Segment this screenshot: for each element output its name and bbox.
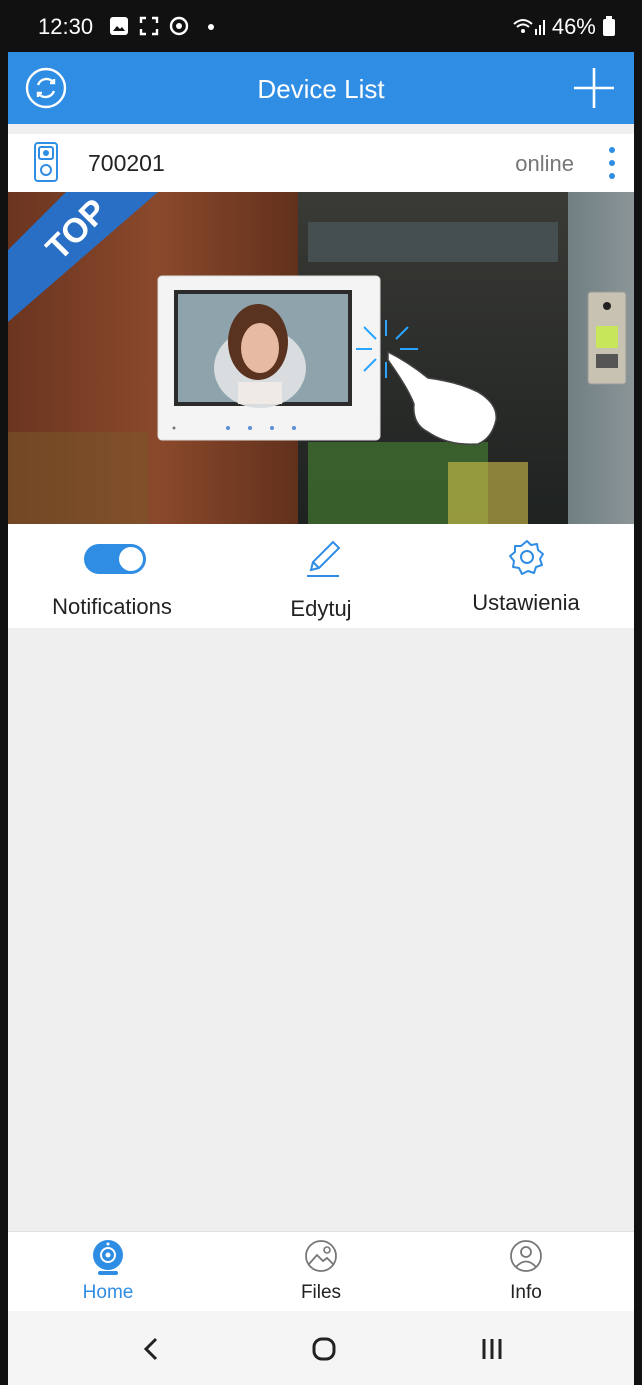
notifications-toggle[interactable]: [84, 544, 146, 574]
back-icon[interactable]: [132, 1329, 172, 1369]
home-circle-icon[interactable]: [304, 1329, 344, 1369]
camera-home-icon: [93, 1240, 123, 1275]
nav-files[interactable]: Files: [221, 1232, 421, 1312]
system-navigation-bar: [8, 1311, 634, 1385]
status-right: 46%: [512, 14, 616, 40]
settings-label: Ustawienia: [472, 590, 580, 615]
device-status: online: [515, 151, 574, 176]
nav-info-label: Info: [510, 1282, 542, 1303]
nav-files-label: Files: [300, 1282, 342, 1303]
device-actions: Notifications Edytuj Ustawienia: [8, 524, 634, 628]
notifications-label: Notifications: [52, 594, 172, 619]
app-header: Device List: [8, 52, 634, 124]
battery-percentage: 46%: [551, 14, 596, 39]
screenshot-notification-icon: [139, 16, 159, 36]
phone-frame: 12:30 46% Device List 700201 online TOP …: [0, 0, 642, 1385]
toggle-knob: [119, 547, 143, 571]
device-row[interactable]: 700201 online: [8, 134, 634, 192]
device-preview-banner[interactable]: TOP: [8, 192, 634, 524]
nav-home-label: Home: [82, 1282, 134, 1303]
pencil-icon: [307, 540, 341, 577]
nav-info[interactable]: Info: [426, 1232, 626, 1312]
device-name: 700201: [88, 150, 165, 176]
dot-notification-icon: [208, 24, 214, 30]
settings-action[interactable]: Ustawienia: [426, 524, 626, 628]
status-bar: 12:30 46%: [8, 0, 634, 52]
gear-icon: [509, 540, 544, 575]
status-time: 12:30: [38, 14, 94, 39]
user-info-icon: [510, 1240, 542, 1272]
app-screen: 12:30 46% Device List 700201 online TOP …: [8, 0, 634, 1385]
notifications-action[interactable]: Notifications: [12, 524, 212, 628]
edit-label: Edytuj: [290, 596, 352, 621]
doorbell-icon: [34, 142, 58, 182]
edit-action[interactable]: Edytuj: [221, 524, 421, 628]
image-files-icon: [305, 1240, 337, 1272]
wifi-signal-icon: [513, 19, 545, 35]
add-device-button[interactable]: [570, 64, 618, 112]
bottom-navigation: Home Files Info: [8, 1231, 634, 1312]
battery-icon: [603, 16, 615, 36]
page-title: Device List: [257, 74, 385, 104]
recent-apps-icon[interactable]: [472, 1329, 512, 1369]
gallery-notification-icon: [110, 17, 128, 35]
record-notification-icon: [169, 16, 189, 36]
more-options-icon[interactable]: [606, 144, 618, 182]
nav-home[interactable]: Home: [8, 1232, 208, 1312]
preview-illustration: TOP: [8, 192, 634, 524]
